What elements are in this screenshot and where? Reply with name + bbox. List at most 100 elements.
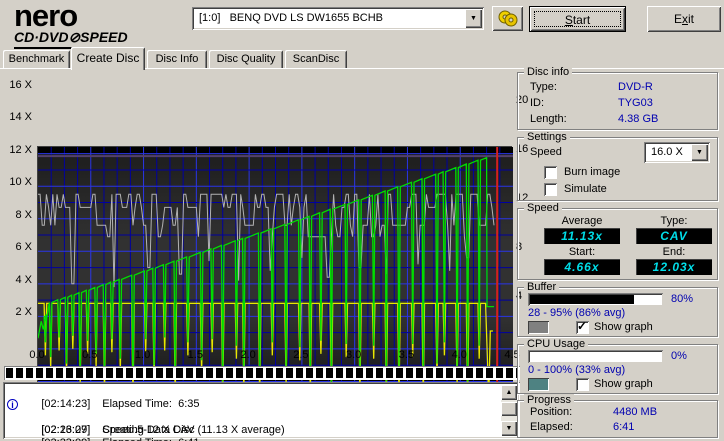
position-value: 4480 MB: [613, 406, 658, 418]
tab-scandisc[interactable]: ScanDisc: [285, 50, 347, 69]
start-button[interactable]: Start: [529, 6, 626, 32]
y-axis-left-tick-label: 14 X: [9, 111, 32, 124]
buffer-show-graph-checkbox[interactable]: ✓: [576, 319, 589, 334]
buffer-color-swatch: [528, 321, 549, 334]
cpu-percent: 0%: [671, 350, 687, 362]
scroll-down-button[interactable]: ▼: [501, 421, 517, 436]
cpu-range: 0 - 100% (33% avg): [528, 364, 626, 376]
panel-title: CPU Usage: [524, 338, 589, 350]
drive-selector-value[interactable]: [1:0] BENQ DVD LS DW1655 BCHB: [194, 9, 465, 28]
log-row: [02:23:09] Speed:5-12 X CAV (11.13 X aver…: [7, 411, 500, 436]
exit-button[interactable]: Exit: [647, 6, 721, 32]
drive-selector-dropdown-button[interactable]: ▼: [465, 9, 482, 28]
disc-button[interactable]: [492, 6, 523, 31]
speed-panel: Speed Average Type: 11.13x CAV Start: En…: [517, 202, 718, 280]
y-axis-left-tick-label: 10 X: [9, 176, 32, 189]
position-label: Position:: [530, 406, 573, 418]
x-axis-tick-label: 0.5: [82, 349, 98, 361]
cpu-show-graph-checkbox[interactable]: ✓: [576, 378, 589, 391]
average-speed-label: Average: [561, 215, 603, 227]
cpu-show-graph-label: Show graph: [594, 378, 653, 390]
tab-create-disc[interactable]: Create Disc: [71, 47, 145, 70]
x-axis-tick-label: 2.0: [240, 349, 256, 361]
simulate-label: Simulate: [564, 183, 607, 195]
start-speed-display: 4.66x: [544, 259, 620, 275]
disc-id-label: ID:: [530, 97, 545, 109]
panel-title: Speed: [524, 202, 562, 214]
disc-length-label: Length:: [530, 113, 567, 125]
x-axis-tick-label: 3.0: [346, 349, 362, 361]
disc-info-panel: Disc info Type: DVD-R ID: TYG03 Length: …: [517, 66, 718, 130]
cpu-usage-panel: CPU Usage 0% 0 - 100% (33% avg) ✓ Show g…: [517, 338, 718, 394]
check-icon: ✓: [577, 319, 588, 333]
log-message: Elapsed Time: 6:41: [90, 437, 199, 441]
y-axis-left-tick-label: 4 X: [15, 273, 32, 286]
log-row: [02:14:23] Elapsed Time: 6:35: [7, 385, 500, 410]
disc-id-value: TYG03: [618, 97, 653, 109]
cpu-meter: [528, 350, 663, 363]
x-axis-tick-label: 0.0: [29, 349, 45, 361]
disc-length-value: 4.38 GB: [618, 113, 659, 125]
buffer-meter-fill: [530, 295, 634, 304]
buffer-meter: [528, 293, 663, 306]
burn-image-checkbox[interactable]: ✓: [544, 166, 557, 179]
disc-type-label: Type:: [530, 81, 557, 93]
overall-progress-bar: [4, 366, 520, 380]
simulate-checkbox[interactable]: ✓: [544, 183, 557, 196]
y-axis-left-tick-label: 12 X: [9, 143, 32, 156]
speed-selector[interactable]: 16.0 X ▼: [644, 142, 710, 163]
speed-selector-value[interactable]: 16.0 X: [646, 144, 691, 161]
nero-cd-dvd-speed-window: nero CD·DVD⊘SPEED [1:0] BENQ DVD LS DW16…: [0, 0, 724, 441]
y-axis-left-tick-label: 6 X: [15, 241, 32, 254]
x-axis-tick-label: 1.5: [187, 349, 203, 361]
scrollbar-thumb[interactable]: [501, 402, 517, 416]
panel-title: Buffer: [524, 281, 560, 293]
buffer-range: 28 - 95% (86% avg): [528, 307, 626, 319]
burn-image-label: Burn image: [564, 166, 621, 178]
progress-panel: Progress Position: 4480 MB Elapsed: 6:41: [517, 394, 718, 438]
panel-title: Progress: [524, 394, 575, 406]
panel-title: Settings: [524, 131, 570, 143]
y-axis-left-tick-label: 16 X: [9, 78, 32, 91]
arrow-up-icon: ▲: [505, 389, 513, 396]
scroll-up-button[interactable]: ▲: [501, 385, 517, 400]
discs-icon: [498, 10, 517, 27]
chevron-down-icon: ▼: [696, 149, 703, 156]
speed-selector-dropdown-button[interactable]: ▼: [691, 144, 708, 161]
tab-disc-info[interactable]: Disc Info: [147, 50, 207, 69]
arrow-down-icon: ▼: [505, 425, 513, 432]
cpu-color-swatch: [528, 378, 549, 391]
elapsed-value: 6:41: [613, 421, 635, 433]
exit-button-label: E: [673, 12, 682, 26]
nero-logo: nero CD·DVD⊘SPEED: [14, 0, 128, 49]
average-speed-display: 11.13x: [544, 228, 620, 244]
tab-disc-quality[interactable]: Disc Quality: [209, 50, 283, 69]
buffer-show-graph-label: Show graph: [594, 321, 653, 333]
y-axis-left-tick-label: 8 X: [15, 208, 32, 221]
drive-selector[interactable]: [1:0] BENQ DVD LS DW1655 BCHB ▼: [192, 7, 484, 30]
x-axis-tick-label: 4.0: [451, 349, 467, 361]
start-button-label: S: [564, 13, 573, 27]
log-scrollbar[interactable]: ▲ ▼: [501, 385, 517, 436]
chevron-down-icon: ▼: [470, 15, 477, 22]
y-axis-left-tick-label: 2 X: [15, 306, 32, 319]
speed-type-label: Type:: [660, 215, 688, 227]
x-axis-tick-label: 3.5: [398, 349, 415, 361]
settings-panel: Settings Speed 16.0 X ▼ ✓ Burn image ✓ S…: [517, 131, 718, 201]
log-timestamp: [02:23:09]: [41, 437, 90, 441]
speed-type-display: CAV: [636, 228, 712, 244]
speed-setting-label: Speed: [530, 146, 562, 158]
tab-benchmark[interactable]: Benchmark: [3, 50, 70, 69]
log-row: [02:23:09]Elapsed Time: 6:41: [7, 424, 500, 441]
x-axis-tick-label: 2.5: [293, 349, 309, 361]
disc-type-value: DVD-R: [618, 81, 653, 93]
info-icon: i: [7, 399, 18, 410]
event-log: [02:14:23] Elapsed Time: 6:35 i [02:16:27…: [3, 382, 520, 441]
log-row: i [02:16:27] Creating Data Disc: [7, 398, 500, 436]
end-speed-label: End:: [662, 246, 686, 258]
logo-subtitle: CD·DVD⊘SPEED: [14, 29, 128, 49]
buffer-panel: Buffer 80% 28 - 95% (86% avg) ✓ Show gra…: [517, 281, 718, 337]
panel-title: Disc info: [524, 66, 573, 78]
progress-bar-segments: [6, 368, 518, 378]
buffer-percent: 80%: [671, 293, 694, 305]
